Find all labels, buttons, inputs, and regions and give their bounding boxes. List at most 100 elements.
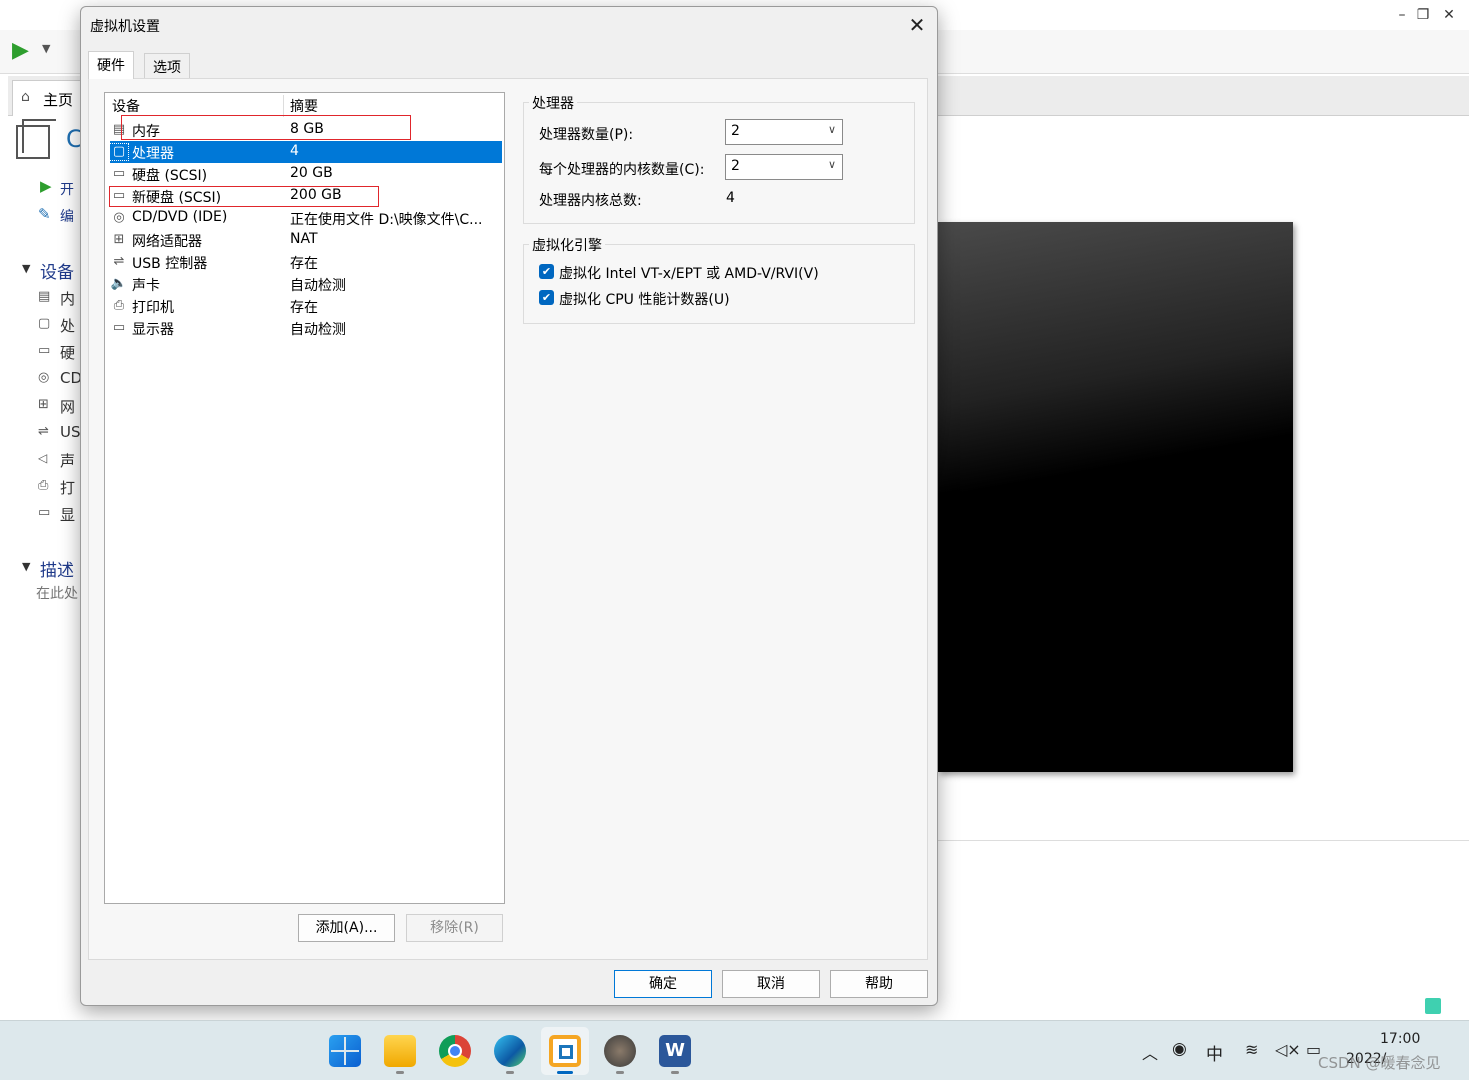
device-row-network[interactable]: ⊞ 网络适配器 NAT: [110, 229, 502, 251]
cpu-counters-option-label[interactable]: 虚拟化 CPU 性能计数器(U): [559, 289, 730, 309]
volume-muted-icon[interactable]: ◁×: [1275, 1040, 1301, 1059]
home-icon: ⌂: [21, 89, 30, 105]
virtualization-group-title: 虚拟化引擎: [529, 235, 605, 255]
device-summary: 存在: [290, 256, 318, 272]
processor-icon: ▢: [38, 316, 51, 331]
watermark: CSDN @暖春念见: [1318, 1054, 1441, 1072]
annotation-box-new-harddisk: [109, 186, 379, 207]
chevron-down-icon: ∨: [827, 158, 836, 171]
word-icon[interactable]: W: [659, 1035, 691, 1067]
device-list[interactable]: 设备 摘要 ▤ 内存 8 GB ▢ 处理器 4 ▭ 硬盘 (SCSI) 20 G…: [104, 92, 505, 904]
harddisk-icon: ▭: [112, 166, 126, 181]
running-indicator: [396, 1071, 404, 1074]
edge-icon[interactable]: [494, 1035, 526, 1067]
device-name: 硬盘 (SCSI): [132, 168, 208, 184]
ok-button[interactable]: 确定: [614, 970, 712, 998]
device-summary: 4: [290, 143, 299, 159]
chrome-icon[interactable]: [439, 1035, 471, 1067]
cores-per-processor-select[interactable]: 2 ∨: [725, 154, 843, 180]
remove-device-button[interactable]: 移除(R): [406, 914, 503, 942]
device-summary: 自动检测: [290, 278, 346, 294]
dialog-title: 虚拟机设置: [90, 19, 160, 35]
photo-app-icon[interactable]: [604, 1035, 636, 1067]
device-summary: 正在使用文件 D:\映像文件\C...: [290, 212, 483, 228]
cores-per-processor-value: 2: [731, 158, 740, 174]
close-icon[interactable]: ✕: [905, 13, 929, 37]
processor-count-select[interactable]: 2 ∨: [725, 119, 843, 145]
description-hint: 在此处: [36, 586, 78, 602]
device-name: 显示器: [132, 322, 174, 338]
clock-time[interactable]: 17:00: [1380, 1031, 1420, 1047]
section-devices[interactable]: 设备: [40, 258, 74, 283]
device-name: CD/DVD (IDE): [132, 209, 228, 225]
sidebar-device[interactable]: CD: [60, 369, 82, 387]
device-summary: 20 GB: [290, 165, 333, 181]
device-row-processor[interactable]: ▢ 处理器 4: [109, 141, 502, 163]
processor-count-label: 处理器数量(P):: [539, 127, 634, 143]
notes-icon[interactable]: [1425, 998, 1441, 1014]
cd-dvd-icon: ◎: [38, 370, 50, 385]
ime-indicator[interactable]: 中: [1206, 1040, 1223, 1065]
device-summary: 自动检测: [290, 322, 346, 338]
tab-hardware[interactable]: 硬件: [88, 51, 134, 79]
chevron-down-icon: ∨: [827, 123, 836, 136]
virtualization-group: [523, 244, 915, 324]
app-sidebar: C ▶ 开 ✎ 编 ▼ 设备 ▤ 内 ▢ 处 ▭ 硬 ◎ CD ⊞ 网 ⇌ US…: [8, 117, 88, 997]
collapse-icon[interactable]: ▼: [22, 560, 30, 573]
processor-icon: ▢: [109, 143, 129, 161]
sidebar-action-edit[interactable]: 编: [60, 206, 74, 226]
device-name: USB 控制器: [132, 256, 208, 272]
vmware-icon[interactable]: [549, 1035, 581, 1067]
device-row-sound[interactable]: 🔈 声卡 自动检测: [110, 273, 502, 295]
sidebar-device[interactable]: 内: [60, 288, 75, 309]
sidebar-action-power[interactable]: 开: [60, 179, 74, 199]
edit-icon[interactable]: ✎: [38, 205, 51, 223]
network-adapter-icon: ⊞: [38, 397, 49, 412]
cd-dvd-icon: ◎: [113, 210, 125, 225]
device-name: 声卡: [132, 278, 160, 294]
file-explorer-icon[interactable]: [384, 1035, 416, 1067]
qq-icon[interactable]: ◉: [1172, 1039, 1187, 1059]
harddisk-icon: ▭: [38, 343, 51, 358]
checkbox-vtx[interactable]: ✔: [539, 264, 554, 279]
device-row-printer[interactable]: ⎙ 打印机 存在: [110, 295, 502, 317]
column-divider[interactable]: [283, 95, 284, 117]
processor-group-title: 处理器: [529, 93, 577, 113]
sidebar-device[interactable]: 打: [60, 477, 75, 498]
display-icon: ▭: [38, 505, 51, 520]
sidebar-device[interactable]: 显: [60, 504, 75, 525]
device-row-display[interactable]: ▭ 显示器 自动检测: [110, 317, 502, 339]
device-row-usb[interactable]: ⇌ USB 控制器 存在: [110, 251, 502, 273]
windows-start-icon[interactable]: [329, 1035, 361, 1067]
processor-count-value: 2: [731, 123, 740, 139]
checkbox-cpu-counters[interactable]: ✔: [539, 290, 554, 305]
collapse-icon[interactable]: ▼: [22, 262, 30, 275]
chevron-up-icon[interactable]: ︿: [1142, 1040, 1158, 1064]
power-on-icon[interactable]: ▶: [12, 38, 29, 63]
section-description[interactable]: 描述: [40, 556, 74, 581]
wifi-icon[interactable]: ≋: [1245, 1040, 1258, 1059]
network-adapter-icon: ⊞: [113, 232, 125, 247]
chevron-down-icon[interactable]: ▼: [42, 42, 50, 55]
printer-icon: ⎙: [38, 478, 49, 493]
add-device-button[interactable]: 添加(A)...: [298, 914, 395, 942]
tab-options[interactable]: 选项: [144, 53, 190, 78]
cancel-button[interactable]: 取消: [722, 970, 820, 998]
vtx-option-label[interactable]: 虚拟化 Intel VT-x/EPT 或 AMD-V/RVI(V): [559, 263, 819, 283]
sidebar-device[interactable]: US: [60, 423, 81, 441]
sidebar-device[interactable]: 声: [60, 450, 75, 471]
sound-icon: 🔈: [110, 276, 128, 291]
running-indicator: [506, 1071, 514, 1074]
check-icon: ✔: [541, 265, 552, 278]
sidebar-device[interactable]: 处: [60, 315, 75, 336]
check-icon: ✔: [541, 291, 552, 304]
help-button[interactable]: 帮助: [830, 970, 928, 998]
sidebar-device[interactable]: 硬: [60, 342, 75, 363]
device-row-cd-dvd[interactable]: ◎ CD/DVD (IDE) 正在使用文件 D:\映像文件\C...: [110, 207, 502, 229]
annotation-box-memory: [121, 115, 411, 140]
sidebar-device[interactable]: 网: [60, 396, 75, 417]
play-icon[interactable]: ▶: [40, 177, 52, 195]
close-app-button[interactable]: ✕: [1428, 0, 1469, 30]
device-row-harddisk[interactable]: ▭ 硬盘 (SCSI) 20 GB: [110, 163, 502, 185]
cores-per-processor-label: 每个处理器的内核数量(C):: [539, 162, 705, 178]
